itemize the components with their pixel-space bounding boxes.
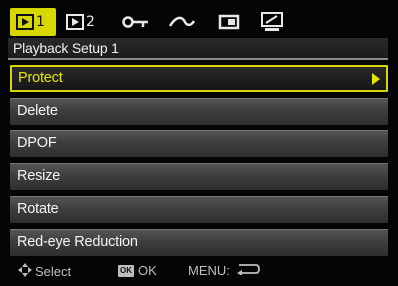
tab-number: 1 (36, 14, 45, 30)
memory-card-icon (218, 14, 240, 30)
submenu-arrow-icon (372, 73, 380, 85)
button-guide: Select OK OK MENU: (10, 260, 388, 282)
menu-item-label: Delete (17, 103, 58, 119)
tab-playback-2[interactable]: 2 (66, 10, 108, 34)
menu-item-red-eye-reduction[interactable]: Red-eye Reduction (10, 229, 388, 256)
menu-item-delete[interactable]: Delete (10, 98, 388, 125)
menu-item-label: Resize (17, 168, 61, 184)
menu-hint: MENU: (188, 263, 260, 278)
camera-screen: 1 2 Playback Setup 1 Protect Delete DPOF… (0, 0, 398, 286)
menu-item-label: Rotate (17, 201, 59, 217)
menu-item-protect[interactable]: Protect (10, 65, 388, 92)
playback-icon (66, 14, 84, 30)
ok-button-icon: OK (118, 264, 134, 277)
menu-item-label: DPOF (17, 135, 57, 151)
return-icon (236, 263, 260, 278)
tab-number: 2 (86, 14, 95, 30)
menu-item-label: Red-eye Reduction (17, 234, 138, 250)
menu-item-rotate[interactable]: Rotate (10, 196, 388, 223)
menu-item-label: Protect (18, 70, 63, 86)
select-hint: Select (18, 263, 71, 280)
menu-item-dpof[interactable]: DPOF (10, 130, 388, 157)
playback-icon (16, 14, 34, 30)
tab-memory-card[interactable] (218, 10, 248, 34)
ok-hint: OK OK (118, 263, 157, 278)
page-title: Playback Setup 1 (13, 40, 119, 56)
tab-key[interactable] (122, 10, 152, 34)
monitor-icon (260, 12, 284, 32)
key-icon (122, 15, 150, 29)
select-hint-label: Select (35, 264, 72, 279)
menu-title-bar: Playback Setup 1 (8, 38, 388, 60)
menu-hint-label: MENU: (188, 263, 230, 278)
ok-hint-label: OK (138, 263, 157, 278)
wave-icon (168, 15, 196, 29)
dpad-icon (18, 263, 32, 280)
tab-bar: 1 2 (10, 6, 388, 36)
tab-playback-1[interactable]: 1 (10, 8, 56, 36)
tab-monitor[interactable] (260, 10, 290, 34)
tab-wave[interactable] (168, 10, 198, 34)
menu-item-resize[interactable]: Resize (10, 163, 388, 190)
